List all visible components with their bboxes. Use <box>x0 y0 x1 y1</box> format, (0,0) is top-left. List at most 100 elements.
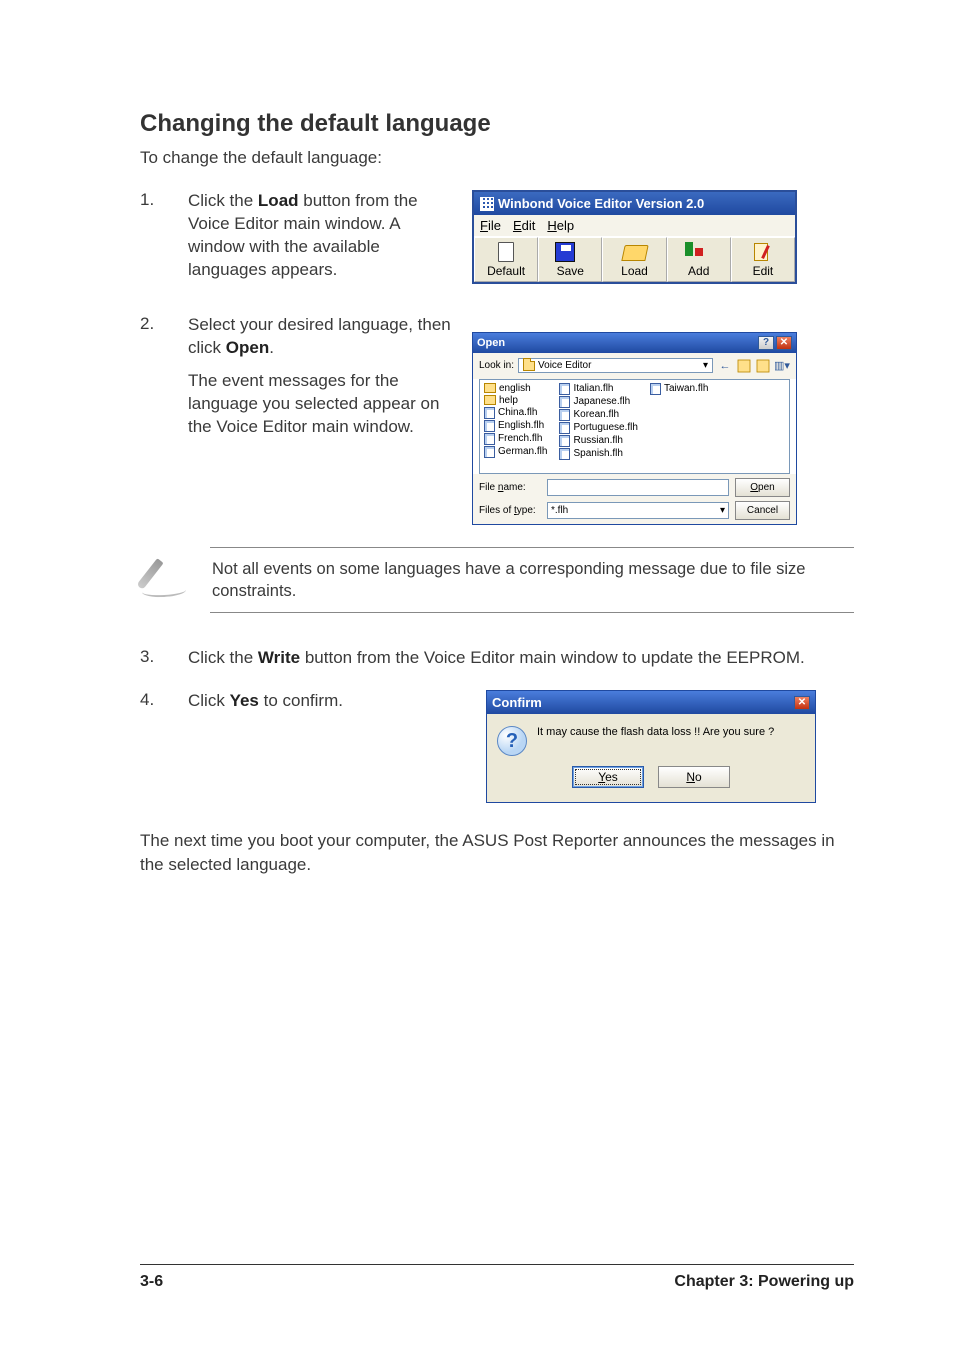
fname: help <box>499 395 518 406</box>
write-word: Write <box>258 648 300 667</box>
list-item[interactable]: english <box>484 383 547 394</box>
winbond-title-text: Winbond Voice Editor Version 2.0 <box>498 196 704 211</box>
note-text: Not all events on some languages have a … <box>210 547 854 614</box>
close-window-button[interactable]: ✕ <box>794 696 810 710</box>
note-pen-icon <box>140 553 192 599</box>
file-icon <box>559 383 570 395</box>
file-list[interactable]: english help China.flh English.flh Frenc… <box>479 379 790 474</box>
yes-button[interactable]: Yes <box>572 766 644 788</box>
filetype-label: Files of type: <box>479 505 541 516</box>
menu-edit[interactable]: Edit <box>513 218 535 233</box>
load-button[interactable]: Load <box>602 237 666 282</box>
list-item[interactable]: English.flh <box>484 420 547 432</box>
dialog-nav-icons: ← ▥▾ <box>717 358 790 374</box>
step4-text: Click Yes to confirm. <box>188 690 418 713</box>
lbl: Save <box>557 264 584 278</box>
step-number: 1. <box>140 190 174 210</box>
t: to confirm. <box>259 691 343 710</box>
filetype-value: *.flh <box>551 505 568 516</box>
cancel-button[interactable]: Cancel <box>735 501 790 520</box>
add-icon <box>668 242 730 262</box>
file-icon <box>484 407 495 419</box>
t: button from the Voice Editor main window… <box>300 648 805 667</box>
lookin-dropdown[interactable]: Voice Editor ▾ <box>518 358 713 373</box>
new-file-icon <box>475 242 537 262</box>
floppy-icon <box>539 242 601 262</box>
file-icon <box>559 409 570 421</box>
file-icon <box>484 433 495 445</box>
new-folder-icon[interactable] <box>755 358 771 374</box>
file-icon <box>484 420 495 432</box>
yes-word: Yes <box>230 691 259 710</box>
t: Click the <box>188 191 258 210</box>
chevron-down-icon: ▾ <box>703 360 708 371</box>
filetype-dropdown[interactable]: *.flh ▾ <box>547 502 729 519</box>
list-item[interactable]: help <box>484 395 547 406</box>
back-icon[interactable]: ← <box>717 358 733 374</box>
confirm-titlebar: Confirm ✕ <box>487 691 815 714</box>
t: Click the <box>188 648 258 667</box>
list-item[interactable]: French.flh <box>484 433 547 445</box>
list-item[interactable]: Taiwan.flh <box>650 383 708 395</box>
fname: China.flh <box>498 407 537 418</box>
question-icon: ? <box>497 726 527 756</box>
confirm-dialog: Confirm ✕ ? It may cause the flash data … <box>486 690 816 803</box>
file-icon <box>559 435 570 447</box>
chevron-down-icon: ▾ <box>720 505 725 516</box>
step2-para2: The event messages for the language you … <box>188 370 458 439</box>
open-dialog: Open ? ✕ Look in: Voice Editor ▾ ← ▥▾ <box>472 332 797 525</box>
file-icon <box>559 448 570 460</box>
page-footer: 3-6 Chapter 3: Powering up <box>140 1264 854 1291</box>
step2-text: Select your desired language, then click… <box>188 314 458 360</box>
edit-button[interactable]: Edit <box>731 237 795 282</box>
open-dialog-titlebar: Open ? ✕ <box>473 333 796 353</box>
add-button[interactable]: Add <box>667 237 731 282</box>
fname: english <box>499 383 531 394</box>
list-item[interactable]: Korean.flh <box>559 409 638 421</box>
step-number: 2. <box>140 314 174 334</box>
menubar: File Edit Help <box>474 215 795 236</box>
list-item[interactable]: Russian.flh <box>559 435 638 447</box>
folder-icon <box>523 361 535 371</box>
winbond-window: Winbond Voice Editor Version 2.0 File Ed… <box>472 190 797 284</box>
menu-help[interactable]: Help <box>547 218 574 233</box>
close-window-button[interactable]: ✕ <box>776 336 792 350</box>
edit-icon <box>732 242 794 262</box>
fname: Spanish.flh <box>573 448 622 459</box>
page-number: 3-6 <box>140 1273 163 1291</box>
save-button[interactable]: Save <box>538 237 602 282</box>
folder-open-icon <box>603 242 665 262</box>
filename-label: File name: <box>479 482 541 493</box>
menu-file[interactable]: File <box>480 218 501 233</box>
open-button[interactable]: Open <box>735 478 790 497</box>
winbond-titlebar: Winbond Voice Editor Version 2.0 <box>474 192 795 215</box>
default-button[interactable]: Default <box>474 237 538 282</box>
help-window-button[interactable]: ? <box>758 336 774 350</box>
filename-input[interactable] <box>547 479 729 496</box>
chapter-label: Chapter 3: Powering up <box>674 1273 854 1291</box>
up-folder-icon[interactable] <box>736 358 752 374</box>
folder-icon <box>484 383 496 393</box>
intro-text: To change the default language: <box>140 148 854 168</box>
fname: Italian.flh <box>573 383 613 394</box>
list-item[interactable]: China.flh <box>484 407 547 419</box>
toolbar: Default Save Load Add Edit <box>474 236 795 282</box>
confirm-title: Confirm <box>492 695 542 710</box>
open-dialog-title: Open <box>477 337 505 349</box>
no-button[interactable]: No <box>658 766 730 788</box>
list-item[interactable]: Italian.flh <box>559 383 638 395</box>
fname: French.flh <box>498 433 542 444</box>
list-item[interactable]: German.flh <box>484 446 547 458</box>
file-icon <box>559 422 570 434</box>
step-number: 3. <box>140 647 174 667</box>
section-heading: Changing the default language <box>140 110 854 138</box>
list-item[interactable]: Portuguese.flh <box>559 422 638 434</box>
file-icon <box>650 383 661 395</box>
step-number: 4. <box>140 690 174 710</box>
t: Click <box>188 691 230 710</box>
list-item[interactable]: Japanese.flh <box>559 396 638 408</box>
open-word: Open <box>226 338 269 357</box>
fname: Taiwan.flh <box>664 383 708 394</box>
view-menu-icon[interactable]: ▥▾ <box>774 358 790 374</box>
list-item[interactable]: Spanish.flh <box>559 448 638 460</box>
